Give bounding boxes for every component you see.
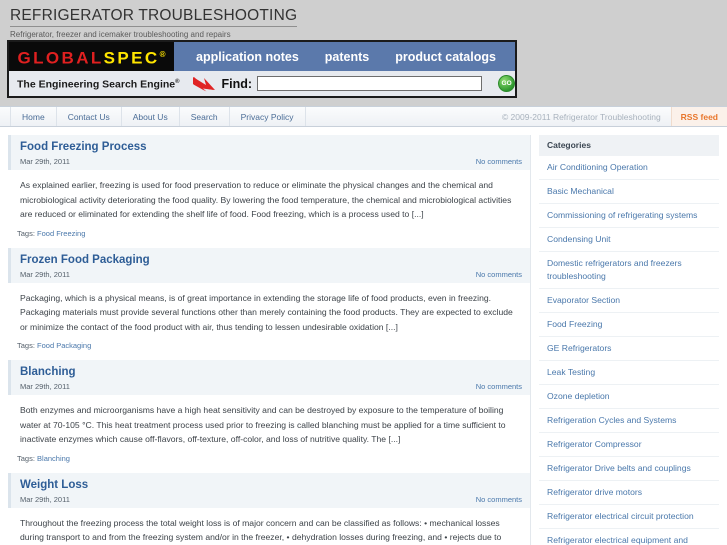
sidebar-item-refrigeration-cycles-and-systems[interactable]: Refrigeration Cycles and Systems <box>539 409 719 433</box>
ad-slogan-text: The Engineering Search Engine <box>17 78 176 91</box>
post-date: Mar 29th, 2011 <box>20 269 70 279</box>
nav-item-privacy-policy[interactable]: Privacy Policy <box>230 107 306 126</box>
post-excerpt: Both enzymes and microorganisms have a h… <box>20 405 506 444</box>
sidebar-item-food-freezing[interactable]: Food Freezing <box>539 313 719 337</box>
post-excerpt: Packaging, which is a physical means, is… <box>20 292 513 332</box>
globalspec-logo-text: GLOBALSPEC® <box>18 45 166 68</box>
page-body: Food Freezing Process Mar 29th, 2011 No … <box>0 127 727 545</box>
globalspec-logo[interactable]: GLOBALSPEC® <box>9 42 174 71</box>
sidebar-heading-categories: Categories <box>539 135 719 156</box>
logo-spec-text: SPEC <box>103 48 160 68</box>
sidebar-item-evaporator-section[interactable]: Evaporator Section <box>539 289 719 313</box>
post-tag-link[interactable]: Food Packaging <box>37 341 91 350</box>
registered-mark-icon: ® <box>159 50 166 60</box>
post-date: Mar 29th, 2011 <box>20 382 70 391</box>
ad-search-row: The Engineering Search Engine® Find: GO <box>9 71 515 96</box>
globalspec-ad-banner[interactable]: GLOBALSPEC® application notes patents pr… <box>7 40 517 98</box>
post-list: Food Freezing Process Mar 29th, 2011 No … <box>0 127 530 542</box>
ad-tab-application-notes[interactable]: application notes <box>196 50 299 64</box>
sidebar-item-refrigerator-drive-motors[interactable]: Refrigerator drive motors <box>539 481 719 505</box>
sidebar-item-basic-mechanical[interactable]: Basic Mechanical <box>539 180 719 204</box>
top-navigation-bar: Home Contact Us About Us Search Privacy … <box>0 106 727 127</box>
sidebar-item-ge-refrigerators[interactable]: GE Refrigerators <box>539 337 719 361</box>
ad-banner-region: GLOBALSPEC® application notes patents pr… <box>0 40 727 106</box>
post-comments-link[interactable]: No comments <box>476 495 522 504</box>
post-comments-link[interactable]: No comments <box>476 157 522 166</box>
post-item: Food Freezing Process Mar 29th, 2011 No … <box>8 135 530 238</box>
go-button[interactable]: GO <box>498 75 515 92</box>
post-header: Weight Loss Mar 29th, 2011 No comments <box>8 472 530 508</box>
post-tag-link[interactable]: Blanching <box>37 454 70 463</box>
ad-top-row: GLOBALSPEC® application notes patents pr… <box>9 42 515 71</box>
sidebar-item-leak-testing[interactable]: Leak Testing <box>539 361 719 385</box>
sidebar-item-ozone-depletion[interactable]: Ozone depletion <box>539 385 719 409</box>
post-title-link[interactable]: Food Freezing Process <box>20 140 522 154</box>
site-header: REFRIGERATOR TROUBLESHOOTING Refrigerato… <box>0 0 727 40</box>
post-tags-label: Tags: <box>17 341 35 350</box>
nav-item-home[interactable]: Home <box>10 107 57 126</box>
post-title-link[interactable]: Weight Loss <box>20 478 522 492</box>
ad-tab-bar: application notes patents product catalo… <box>174 42 515 71</box>
sidebar-item-refrigerator-compressor[interactable]: Refrigerator Compressor <box>539 433 719 457</box>
post-meta: Mar 29th, 2011 No comments <box>20 157 522 166</box>
post-comments-link[interactable]: No comments <box>476 382 522 391</box>
rss-feed-link[interactable]: RSS feed <box>670 107 727 126</box>
post-title-link[interactable]: Blanching <box>20 365 522 379</box>
post-tags: Tags: Food Freezing <box>8 222 530 238</box>
post-excerpt: Throughout the freezing process the tota… <box>20 517 502 543</box>
post-item: Blanching Mar 29th, 2011 No comments Bot… <box>8 360 530 463</box>
post-title-link[interactable]: Frozen Food Packaging <box>20 253 522 267</box>
post-tags-label: Tags: <box>17 453 35 463</box>
post-comments-link[interactable]: No comments <box>476 270 522 279</box>
site-tagline: Refrigerator, freezer and icemaker troub… <box>10 30 231 39</box>
post-item: Weight Loss Mar 29th, 2011 No comments T… <box>8 472 530 545</box>
post-item: Frozen Food Packaging Mar 29th, 2011 No … <box>8 247 530 350</box>
post-header: Food Freezing Process Mar 29th, 2011 No … <box>8 135 530 170</box>
post-tags: Tags: Blanching <box>8 447 530 463</box>
post-tag-link[interactable]: Food Freezing <box>37 229 85 238</box>
nav-right-group: © 2009-2011 Refrigerator Troubleshooting… <box>492 107 727 126</box>
post-date: Mar 29th, 2011 <box>20 157 70 166</box>
copyright-text: © 2009-2011 Refrigerator Troubleshooting <box>501 111 661 122</box>
sidebar-item-refrigerator-drive-belts-and-couplings[interactable]: Refrigerator Drive belts and couplings <box>539 457 719 481</box>
post-header: Blanching Mar 29th, 2011 No comments <box>8 360 530 395</box>
ad-slogan-registered-icon: ® <box>175 79 180 86</box>
post-excerpt: As explained earlier, freezing is used f… <box>20 180 512 219</box>
sidebar-item-commissioning-of-refrigerating-systems[interactable]: Commissioning of refrigerating systems <box>539 204 719 228</box>
nav-item-about-us[interactable]: About Us <box>122 107 180 126</box>
sidebar-inner: Categories Air Conditioning Operation Ba… <box>530 135 719 545</box>
sidebar-item-refrigerator-electrical-equipment-and-service[interactable]: Refrigerator electrical equipment and se… <box>539 529 719 545</box>
find-label: Find: <box>221 76 253 91</box>
red-arrow-icon <box>192 76 215 91</box>
page-title: REFRIGERATOR TROUBLESHOOTING <box>10 7 298 27</box>
find-input[interactable] <box>257 76 483 91</box>
sidebar-item-domestic-refrigerators-and-freezers-troubleshooting[interactable]: Domestic refrigerators and freezers trou… <box>539 252 719 289</box>
post-tags: Tags: Food Packaging <box>8 334 530 350</box>
post-meta: Mar 29th, 2011 No comments <box>20 270 522 279</box>
ad-tab-patents[interactable]: patents <box>325 50 369 64</box>
post-tags-label: Tags: <box>17 228 35 238</box>
sidebar-item-refrigerator-electrical-circuit-protection[interactable]: Refrigerator electrical circuit protecti… <box>539 505 719 529</box>
sidebar-item-condensing-unit[interactable]: Condensing Unit <box>539 228 719 252</box>
nav-item-search[interactable]: Search <box>180 107 230 126</box>
nav-links: Home Contact Us About Us Search Privacy … <box>0 107 306 126</box>
post-meta: Mar 29th, 2011 No comments <box>20 382 522 391</box>
logo-global-text: GLOBAL <box>17 48 104 68</box>
ad-slogan: The Engineering Search Engine® <box>17 76 180 91</box>
sidebar: Categories Air Conditioning Operation Ba… <box>530 127 727 545</box>
sidebar-item-air-conditioning-operation[interactable]: Air Conditioning Operation <box>539 156 719 180</box>
post-meta: Mar 29th, 2011 No comments <box>20 495 522 504</box>
post-header: Frozen Food Packaging Mar 29th, 2011 No … <box>8 247 530 283</box>
post-date: Mar 29th, 2011 <box>20 494 70 504</box>
ad-tab-product-catalogs[interactable]: product catalogs <box>395 50 496 64</box>
nav-item-contact-us[interactable]: Contact Us <box>57 107 122 126</box>
